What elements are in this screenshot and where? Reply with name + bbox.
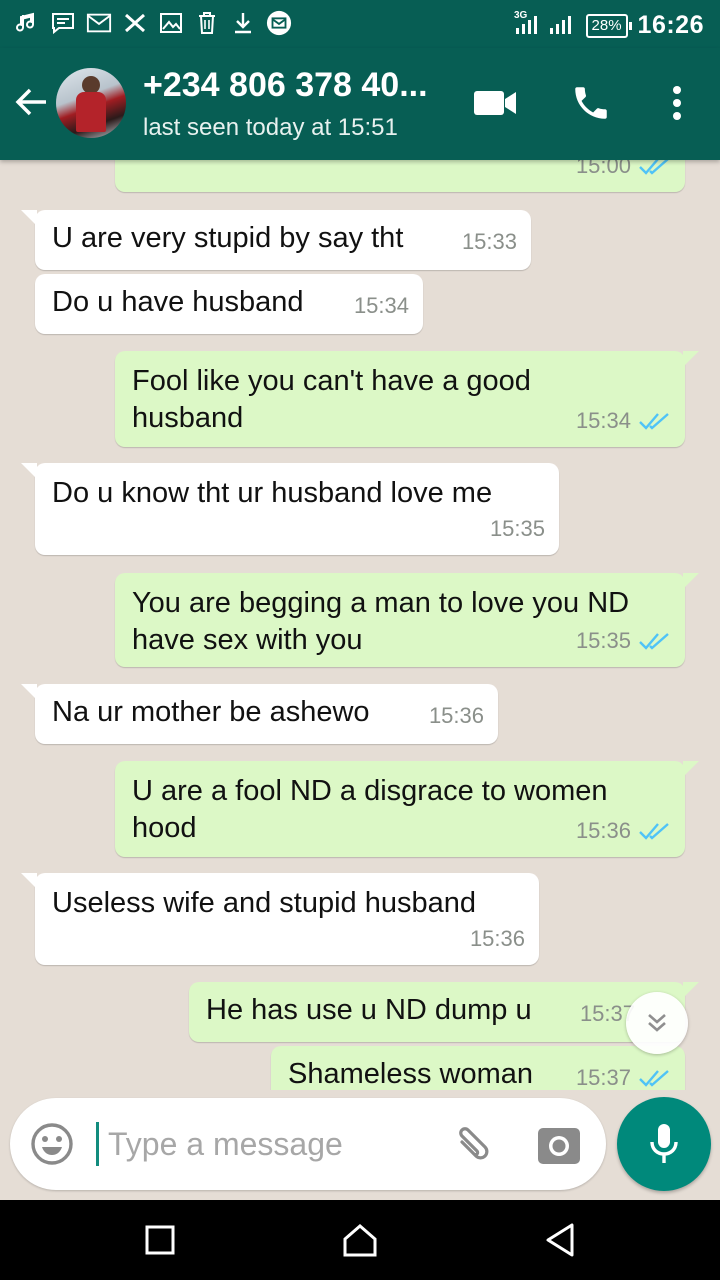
text-cursor — [96, 1122, 99, 1166]
message-time: 15:34 — [353, 293, 409, 318]
svg-text:3G: 3G — [514, 10, 528, 21]
trash-icon — [194, 10, 220, 36]
outgoing-message[interactable]: Fool like you can't have a good husband … — [115, 351, 699, 447]
battery-indicator: 28% — [585, 13, 632, 38]
voice-record-button[interactable] — [617, 1097, 711, 1191]
message-text: U are a fool ND a disgrace to women hood — [132, 775, 608, 844]
recents-icon[interactable] — [138, 1218, 182, 1262]
outgoing-message[interactable]: Shameless woman 15:37 — [271, 1046, 685, 1090]
read-ticks-icon — [639, 632, 669, 650]
incoming-message[interactable]: Useless wife and stupid husband 15:36 — [21, 873, 539, 965]
outgoing-message[interactable]: 15:00 — [115, 160, 685, 192]
double-chevron-down-icon — [648, 1014, 666, 1032]
incoming-message[interactable]: Do u know tht ur husband love me 15:35 — [21, 463, 559, 555]
message-text: Useless wife and stupid husband — [52, 887, 476, 919]
image-icon — [158, 10, 184, 36]
message-text: Na ur mother be ashewo — [52, 696, 370, 728]
outgoing-message[interactable]: U are a fool ND a disgrace to women hood… — [115, 761, 699, 857]
home-icon[interactable] — [338, 1218, 382, 1262]
read-ticks-icon — [639, 822, 669, 840]
message-text: Do u know tht ur husband love me — [52, 477, 493, 509]
emoji-icon[interactable] — [28, 1120, 76, 1168]
status-bar: 3G 28% 16:26 — [0, 0, 720, 48]
gmail-icon — [86, 10, 112, 36]
contact-name[interactable]: +234 806 378 40... — [143, 66, 428, 105]
message-text: Fool like you can't have a good husband — [132, 365, 531, 434]
incoming-message[interactable]: Na ur mother be ashewo 15:36 — [21, 684, 498, 744]
system-navigation-bar — [0, 1200, 720, 1280]
message-composer — [10, 1098, 606, 1190]
back-icon[interactable] — [538, 1218, 582, 1262]
microphone-icon — [650, 1124, 678, 1163]
message-text: Do u have husband — [52, 286, 304, 318]
attach-icon[interactable] — [448, 1120, 498, 1170]
incoming-message[interactable]: Do u have husband 15:34 — [35, 274, 423, 334]
scroll-to-bottom-button[interactable] — [626, 992, 688, 1054]
message-time: 15:36 — [575, 818, 631, 843]
outgoing-message[interactable]: He has use u ND dump u 15:37 — [189, 982, 699, 1042]
signal-icon: 3G — [514, 8, 576, 43]
music-icon — [14, 10, 40, 36]
message-list[interactable]: 15:00 U are very stupid by say tht 15:33… — [0, 160, 720, 1090]
message-text: Shameless woman — [288, 1058, 533, 1090]
message-icon — [50, 10, 76, 36]
message-time: 15:37 — [575, 1065, 631, 1090]
download-icon — [230, 10, 256, 36]
status-time: 16:26 — [637, 11, 704, 39]
message-text: U are very stupid by say tht — [52, 222, 404, 254]
message-text: You are begging a man to love you ND hav… — [132, 587, 630, 656]
read-ticks-icon — [639, 1069, 669, 1087]
message-time: 15:35 — [575, 628, 631, 653]
read-ticks-icon — [639, 412, 669, 430]
chat-header: +234 806 378 40... last seen today at 15… — [0, 48, 720, 160]
message-time: 15:33 — [461, 229, 517, 254]
back-arrow-icon[interactable] — [12, 82, 52, 122]
message-time: 15:00 — [575, 160, 631, 178]
more-options-icon[interactable] — [652, 78, 702, 128]
video-call-icon[interactable] — [470, 78, 520, 128]
message-time: 15:36 — [469, 926, 525, 951]
message-time: 15:34 — [575, 408, 631, 433]
last-seen-status: last seen today at 15:51 — [143, 114, 398, 141]
camera-icon[interactable] — [536, 1122, 582, 1168]
avatar[interactable] — [56, 68, 126, 138]
notification-icons — [14, 10, 292, 36]
message-time: 15:35 — [489, 516, 545, 541]
message-input[interactable] — [108, 1120, 428, 1168]
incoming-message[interactable]: U are very stupid by say tht 15:33 — [21, 210, 531, 270]
message-time: 15:36 — [428, 703, 484, 728]
x-icon — [122, 10, 148, 36]
message-text: He has use u ND dump u — [206, 994, 532, 1026]
read-ticks-icon — [639, 160, 669, 175]
outgoing-message[interactable]: You are begging a man to love you ND hav… — [115, 573, 699, 667]
mail-badge-icon — [266, 10, 292, 36]
voice-call-icon[interactable] — [566, 78, 616, 128]
